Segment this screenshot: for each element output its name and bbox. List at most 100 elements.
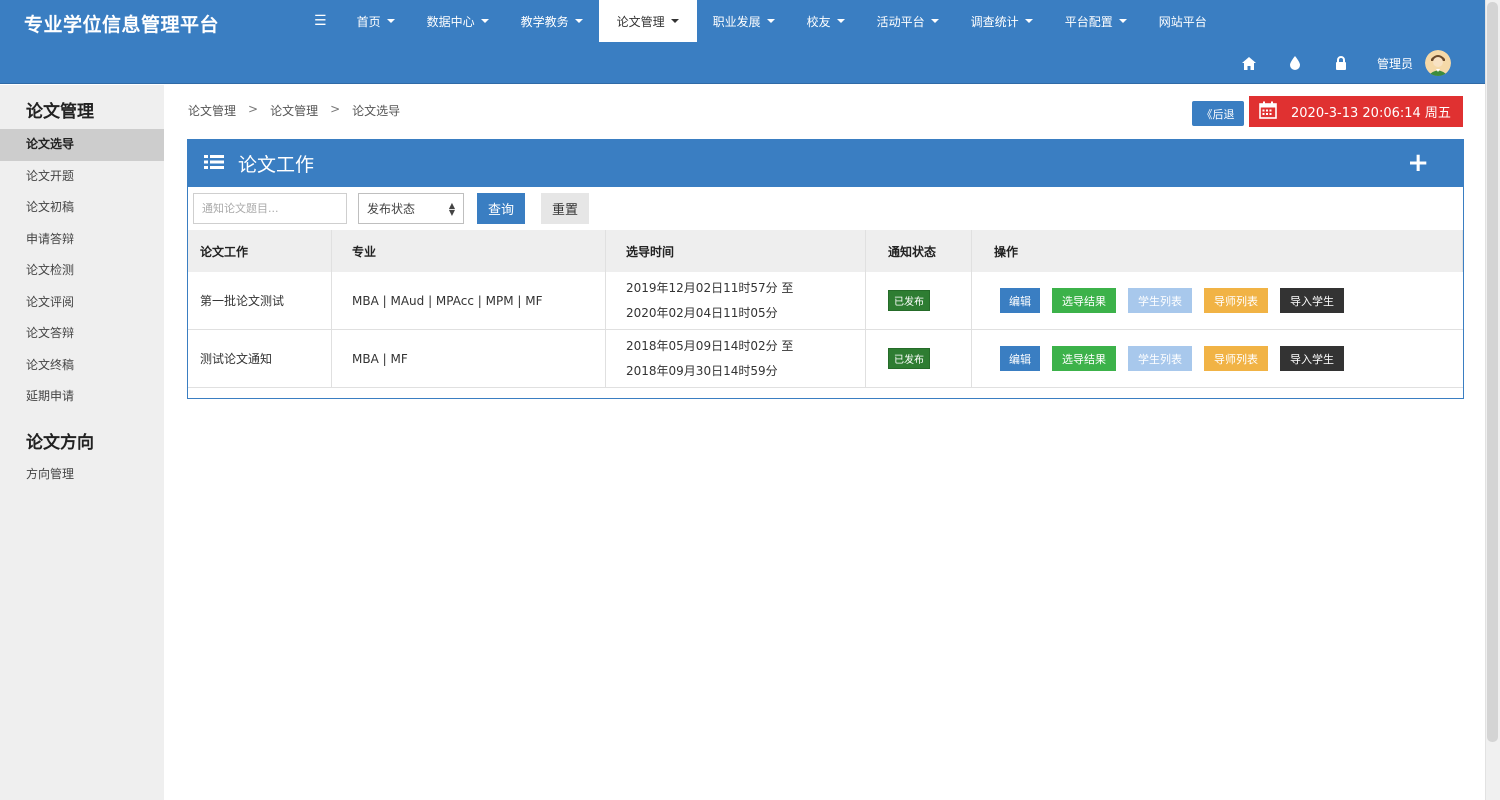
nav-label: 校友 bbox=[806, 14, 831, 29]
nav-item-alumni[interactable]: 校友 bbox=[791, 0, 861, 42]
caret-down-icon bbox=[836, 19, 845, 23]
import-students-button[interactable]: 导入学生 bbox=[1280, 346, 1344, 371]
student-list-button[interactable]: 学生列表 bbox=[1128, 288, 1192, 313]
panel-header: 论文工作 + bbox=[188, 140, 1463, 187]
breadcrumb: 论文管理 > 论文管理 > 论文选导 bbox=[188, 102, 400, 119]
sidebar-item-plagiarism-check[interactable]: 论文检测 bbox=[0, 255, 164, 287]
main-nav: ☰ 首页 数据中心 教学教务 论文管理 职业发展 校友 活动平台 调查统计 平台… bbox=[300, 0, 1223, 42]
time-to: 2018年09月30日14时59分 bbox=[626, 363, 778, 378]
sidebar-item-extension[interactable]: 延期申请 bbox=[0, 381, 164, 413]
sidebar-item-thesis-select[interactable]: 论文选导 bbox=[0, 129, 164, 161]
breadcrumb-separator: > bbox=[330, 102, 341, 116]
sidebar: 论文管理 论文选导 论文开题 论文初稿 申请答辩 论文检测 论文评阅 论文答辩 … bbox=[0, 85, 164, 800]
thesis-name: 测试论文通知 bbox=[188, 330, 332, 387]
nav-item-data-center[interactable]: 数据中心 bbox=[411, 0, 505, 42]
select-result-button[interactable]: 选导结果 bbox=[1052, 288, 1116, 313]
major-list: MBA | MF bbox=[332, 330, 606, 387]
top-navbar: 专业学位信息管理平台 ☰ 首页 数据中心 教学教务 论文管理 职业发展 校友 活… bbox=[0, 0, 1485, 84]
nav-item-teaching[interactable]: 教学教务 bbox=[505, 0, 599, 42]
reset-button[interactable]: 重置 bbox=[541, 193, 589, 224]
nav-item-career[interactable]: 职业发展 bbox=[697, 0, 791, 42]
menu-toggle-icon[interactable]: ☰ bbox=[300, 0, 341, 42]
filter-bar: 发布状态 ▲▼ 查询 重置 bbox=[193, 193, 589, 224]
user-toolbar: 管理员 bbox=[1213, 46, 1451, 80]
actions-cell: 编辑 选导结果 学生列表 导师列表 导入学生 bbox=[972, 272, 1463, 329]
panel-title: 论文工作 bbox=[238, 154, 315, 176]
time-to: 2020年02月04日11时05分 bbox=[626, 305, 778, 320]
nav-item-survey[interactable]: 调查统计 bbox=[955, 0, 1049, 42]
thesis-title-search-input[interactable] bbox=[193, 193, 347, 224]
brand-title: 专业学位信息管理平台 bbox=[24, 14, 220, 36]
column-header: 通知状态 bbox=[866, 230, 972, 272]
mentor-list-button[interactable]: 导师列表 bbox=[1204, 288, 1268, 313]
select-time: 2018年05月09日14时02分 至 2018年09月30日14时59分 bbox=[606, 330, 866, 387]
publish-status-select[interactable]: 发布状态 ▲ ▼ bbox=[358, 193, 464, 224]
query-button[interactable]: 查询 bbox=[477, 193, 525, 224]
nav-label: 调查统计 bbox=[970, 14, 1019, 29]
column-header: 专业 bbox=[332, 230, 606, 272]
lock-icon[interactable] bbox=[1331, 53, 1351, 73]
sidebar-item-direction-manage[interactable]: 方向管理 bbox=[0, 459, 164, 491]
home-icon[interactable] bbox=[1239, 53, 1259, 73]
edit-button[interactable]: 编辑 bbox=[1000, 346, 1040, 371]
admin-username[interactable]: 管理员 bbox=[1377, 55, 1413, 72]
nav-item-home[interactable]: 首页 bbox=[341, 0, 411, 42]
table-row: 测试论文通知 MBA | MF 2018年05月09日14时02分 至 2018年… bbox=[188, 330, 1463, 388]
caret-down-icon bbox=[386, 19, 395, 23]
nav-item-thesis[interactable]: 论文管理 bbox=[598, 0, 697, 42]
sidebar-item-final-draft[interactable]: 论文终稿 bbox=[0, 350, 164, 382]
table-row: 第一批论文测试 MBA | MAud | MPAcc | MPM | MF 20… bbox=[188, 272, 1463, 330]
page-scrollbar[interactable] bbox=[1485, 0, 1500, 800]
scrollbar-thumb[interactable] bbox=[1487, 2, 1498, 742]
nav-item-website[interactable]: 网站平台 bbox=[1143, 0, 1223, 42]
status-badge: 已发布 bbox=[888, 290, 930, 311]
nav-label: 平台配置 bbox=[1064, 14, 1113, 29]
import-students-button[interactable]: 导入学生 bbox=[1280, 288, 1344, 313]
sidebar-section-direction: 论文方向 bbox=[26, 432, 94, 453]
select-result-button[interactable]: 选导结果 bbox=[1052, 346, 1116, 371]
avatar[interactable] bbox=[1425, 50, 1451, 76]
add-plus-icon[interactable]: + bbox=[1407, 150, 1429, 176]
status-cell: 已发布 bbox=[866, 272, 972, 329]
column-header: 操作 bbox=[972, 230, 1463, 272]
status-cell: 已发布 bbox=[866, 330, 972, 387]
actions-cell: 编辑 选导结果 学生列表 导师列表 导入学生 bbox=[972, 330, 1463, 387]
column-header: 选导时间 bbox=[606, 230, 866, 272]
datetime-display: 2020-3-13 20:06:14 周五 bbox=[1249, 96, 1463, 127]
sidebar-item-defense-apply[interactable]: 申请答辩 bbox=[0, 224, 164, 256]
sidebar-item-defense[interactable]: 论文答辩 bbox=[0, 318, 164, 350]
sidebar-item-first-draft[interactable]: 论文初稿 bbox=[0, 192, 164, 224]
caret-down-icon bbox=[1118, 19, 1127, 23]
column-header: 论文工作 bbox=[188, 230, 332, 272]
sidebar-item-review[interactable]: 论文评阅 bbox=[0, 287, 164, 319]
edit-button[interactable]: 编辑 bbox=[1000, 288, 1040, 313]
caret-down-icon bbox=[766, 19, 775, 23]
time-from: 2019年12月02日11时57分 至 bbox=[626, 280, 794, 295]
sidebar-item-proposal[interactable]: 论文开题 bbox=[0, 161, 164, 193]
thesis-table: 论文工作 专业 选导时间 通知状态 操作 第一批论文测试 MBA | MAud … bbox=[188, 230, 1463, 388]
breadcrumb-current: 论文选导 bbox=[352, 104, 401, 118]
table-header-row: 论文工作 专业 选导时间 通知状态 操作 bbox=[188, 230, 1463, 272]
nav-label: 活动平台 bbox=[876, 14, 925, 29]
nav-label: 职业发展 bbox=[712, 14, 761, 29]
nav-label: 网站平台 bbox=[1158, 14, 1207, 29]
nav-label: 数据中心 bbox=[426, 14, 475, 29]
nav-label: 教学教务 bbox=[520, 14, 569, 29]
student-list-button[interactable]: 学生列表 bbox=[1128, 346, 1192, 371]
caret-down-icon bbox=[1024, 19, 1033, 23]
thesis-name: 第一批论文测试 bbox=[188, 272, 332, 329]
caret-down-icon bbox=[930, 19, 939, 23]
select-value: 发布状态 bbox=[367, 202, 416, 216]
calendar-icon bbox=[1259, 101, 1277, 123]
breadcrumb-item[interactable]: 论文管理 bbox=[188, 102, 236, 119]
select-arrows-icon: ▲ ▼ bbox=[448, 200, 455, 217]
back-button[interactable]: 《后退 bbox=[1192, 101, 1244, 126]
datetime-text: 2020-3-13 20:06:14 周五 bbox=[1291, 106, 1451, 121]
theme-drop-icon[interactable] bbox=[1285, 53, 1305, 73]
breadcrumb-item[interactable]: 论文管理 bbox=[270, 102, 318, 119]
nav-item-config[interactable]: 平台配置 bbox=[1049, 0, 1143, 42]
nav-label: 首页 bbox=[356, 14, 381, 29]
nav-item-activity[interactable]: 活动平台 bbox=[861, 0, 955, 42]
mentor-list-button[interactable]: 导师列表 bbox=[1204, 346, 1268, 371]
major-list: MBA | MAud | MPAcc | MPM | MF bbox=[332, 272, 606, 329]
